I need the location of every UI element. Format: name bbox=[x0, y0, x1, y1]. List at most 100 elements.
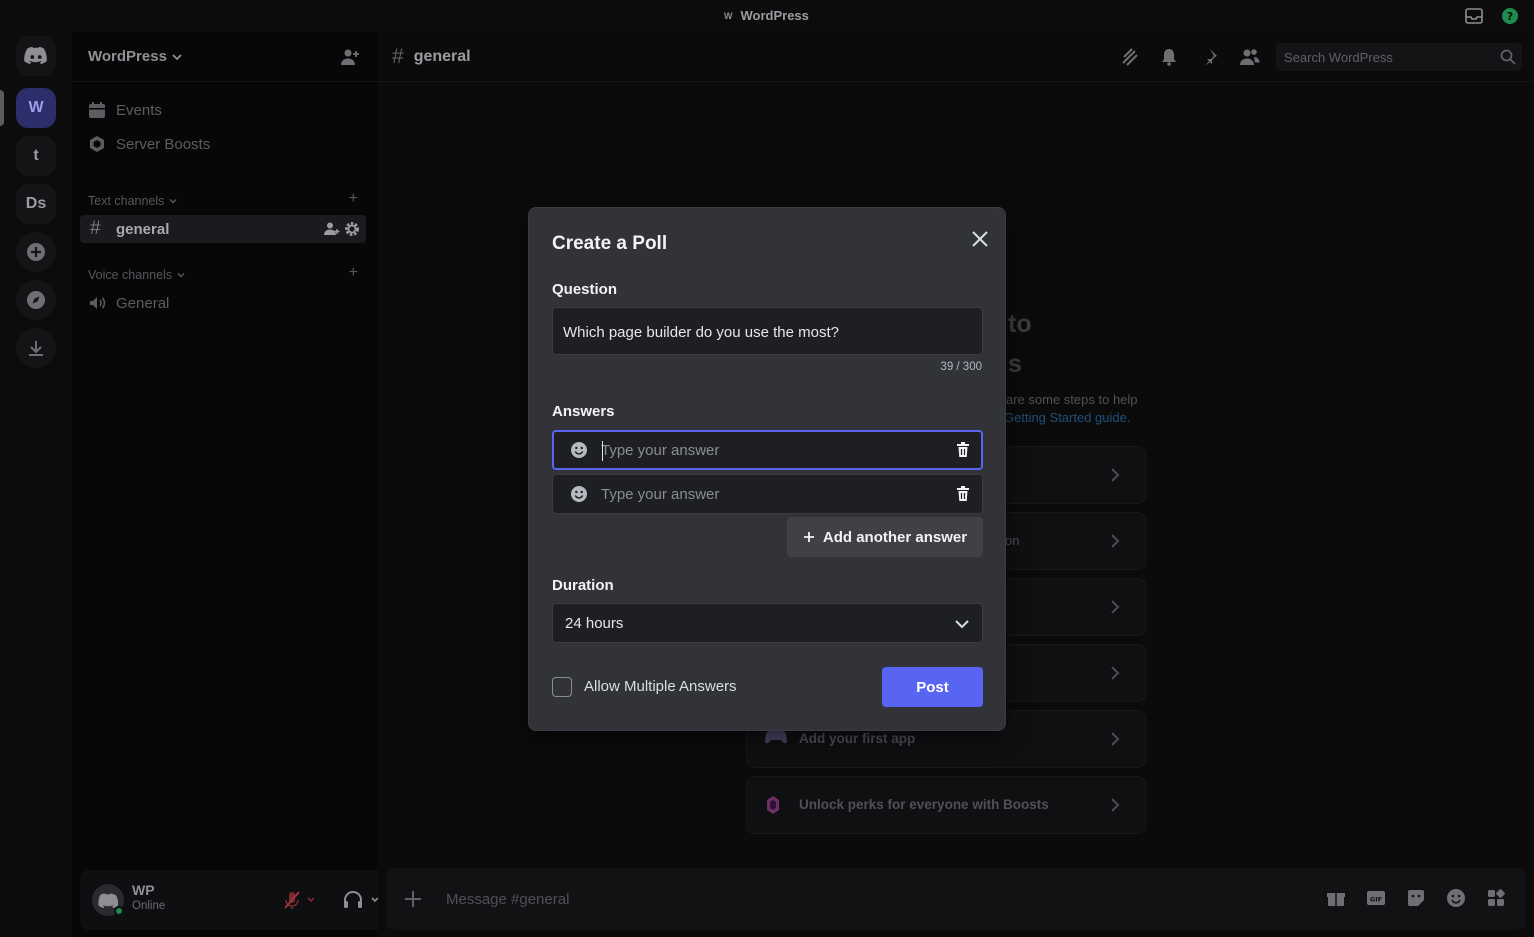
duration-label: Duration bbox=[552, 577, 614, 594]
voice-channel-general[interactable]: General bbox=[88, 294, 169, 312]
invite-to-channel-icon[interactable] bbox=[324, 221, 340, 237]
chevron-right-icon bbox=[1111, 732, 1120, 746]
step-label-fragment: on bbox=[1005, 533, 1020, 548]
sticker-icon[interactable] bbox=[1406, 888, 1426, 908]
search-box[interactable] bbox=[1276, 43, 1522, 71]
sidebar-item-events[interactable]: Events bbox=[88, 101, 162, 119]
invite-people-icon[interactable] bbox=[340, 48, 360, 66]
voice-channel-label: General bbox=[116, 294, 170, 312]
active-server-pill bbox=[0, 90, 4, 126]
answer-input-2[interactable] bbox=[601, 484, 931, 504]
hash-icon: # bbox=[90, 218, 101, 239]
duration-select[interactable]: 24 hours bbox=[552, 603, 983, 643]
modal-title: Create a Poll bbox=[552, 233, 668, 254]
message-input[interactable] bbox=[446, 888, 1146, 910]
search-icon bbox=[1500, 49, 1516, 65]
title-bar: W WordPress ? bbox=[0, 0, 1534, 32]
speaker-icon bbox=[90, 297, 106, 309]
add-another-answer-button[interactable]: Add another answer bbox=[787, 517, 983, 557]
allow-multiple-checkbox[interactable] bbox=[552, 677, 572, 697]
mute-microphone-icon[interactable] bbox=[282, 890, 318, 910]
search-input[interactable] bbox=[1284, 47, 1484, 67]
emoji-picker-icon[interactable] bbox=[570, 485, 588, 503]
allow-multiple-label[interactable]: Allow Multiple Answers bbox=[584, 678, 737, 695]
inbox-icon[interactable] bbox=[1465, 8, 1483, 24]
category-voice-channels[interactable]: Voice channels bbox=[88, 268, 186, 282]
boost-icon bbox=[90, 136, 104, 152]
server-ds[interactable]: Ds bbox=[16, 184, 56, 224]
server-rail: W t Ds bbox=[0, 32, 72, 937]
close-icon[interactable] bbox=[966, 225, 994, 253]
home-discord-icon[interactable] bbox=[16, 36, 56, 76]
message-composer: GIF bbox=[386, 868, 1526, 930]
question-input[interactable] bbox=[563, 321, 973, 343]
member-list-icon[interactable] bbox=[1240, 48, 1260, 66]
delete-answer-trash-icon[interactable] bbox=[956, 442, 970, 458]
answers-label: Answers bbox=[552, 403, 615, 420]
channel-general[interactable]: # general bbox=[80, 215, 366, 243]
sidebar-item-label: Events bbox=[116, 101, 162, 119]
guild-name[interactable]: WordPress bbox=[88, 48, 183, 65]
apps-icon[interactable] bbox=[1486, 888, 1506, 908]
post-button[interactable]: Post bbox=[882, 667, 983, 707]
headphones-icon[interactable] bbox=[342, 890, 382, 910]
setup-step-boosts[interactable]: Unlock perks for everyone with Boosts bbox=[746, 776, 1146, 834]
channel-title: # general bbox=[392, 45, 471, 69]
channel-settings-gear-icon[interactable] bbox=[344, 221, 360, 237]
plus-icon bbox=[803, 532, 814, 542]
step-label: Unlock perks for everyone with Boosts bbox=[799, 797, 1049, 812]
server-wordpress[interactable]: W bbox=[16, 88, 56, 128]
guild-name-text: WordPress bbox=[88, 48, 167, 65]
online-status-dot bbox=[114, 906, 124, 916]
download-icon[interactable] bbox=[16, 328, 56, 368]
svg-text:?: ? bbox=[1507, 10, 1513, 23]
create-voice-channel-plus-icon[interactable]: + bbox=[349, 264, 358, 282]
notification-bell-icon[interactable] bbox=[1160, 48, 1178, 66]
server-t[interactable]: t bbox=[16, 136, 56, 176]
gif-icon[interactable]: GIF bbox=[1366, 888, 1386, 908]
svg-text:GIF: GIF bbox=[1370, 896, 1382, 904]
question-char-counter: 39 / 300 bbox=[940, 361, 982, 373]
answer-field-1[interactable] bbox=[552, 430, 983, 470]
channel-header: # general bbox=[378, 32, 1534, 82]
chevron-right-icon bbox=[1111, 798, 1120, 812]
gift-icon[interactable] bbox=[1326, 888, 1346, 908]
help-icon[interactable]: ? bbox=[1501, 7, 1519, 25]
question-field[interactable] bbox=[552, 307, 983, 355]
welcome-subtext: are some steps to help bbox=[1006, 392, 1138, 407]
sidebar-item-server-boosts[interactable]: Server Boosts bbox=[88, 135, 210, 153]
channel-title-text: general bbox=[413, 48, 471, 65]
window-title: W WordPress bbox=[724, 8, 809, 23]
chevron-down-icon bbox=[177, 272, 185, 278]
emoji-icon[interactable] bbox=[1446, 888, 1466, 908]
guild-header[interactable]: WordPress bbox=[72, 32, 378, 82]
delete-answer-trash-icon[interactable] bbox=[956, 486, 970, 502]
category-text-channels[interactable]: Text channels bbox=[88, 194, 178, 208]
add-another-answer-label: Add another answer bbox=[822, 528, 968, 546]
channel-sidebar: WordPress Events Server Boosts Text chan… bbox=[72, 32, 438, 937]
question-label: Question bbox=[552, 281, 618, 298]
answer-input-1[interactable] bbox=[601, 440, 931, 460]
pin-icon[interactable] bbox=[1200, 48, 1218, 66]
hash-icon: # bbox=[392, 45, 404, 68]
emoji-picker-icon[interactable] bbox=[570, 441, 588, 459]
getting-started-link[interactable]: Getting Started guide. bbox=[1004, 410, 1130, 425]
duration-value: 24 hours bbox=[565, 615, 624, 632]
channel-name: general bbox=[116, 220, 170, 238]
chevron-right-icon bbox=[1111, 600, 1120, 614]
answer-field-2[interactable] bbox=[552, 474, 983, 514]
threads-icon[interactable] bbox=[1120, 48, 1140, 66]
attach-plus-icon[interactable] bbox=[402, 888, 424, 910]
add-server-button[interactable] bbox=[16, 232, 56, 272]
calendar-icon bbox=[89, 102, 105, 118]
boost-gem-icon bbox=[767, 796, 779, 814]
chevron-down-icon bbox=[169, 198, 177, 204]
create-poll-modal: Create a Poll Question 39 / 300 Answers … bbox=[528, 207, 1006, 731]
category-label: Voice channels bbox=[88, 268, 173, 282]
sidebar-item-label: Server Boosts bbox=[116, 135, 211, 153]
welcome-title-fragment-1: to bbox=[1008, 310, 1032, 338]
discover-compass-icon[interactable] bbox=[16, 280, 56, 320]
welcome-title-fragment-2: s bbox=[1008, 350, 1022, 378]
text-caret bbox=[602, 441, 603, 461]
create-text-channel-plus-icon[interactable]: + bbox=[349, 190, 358, 208]
